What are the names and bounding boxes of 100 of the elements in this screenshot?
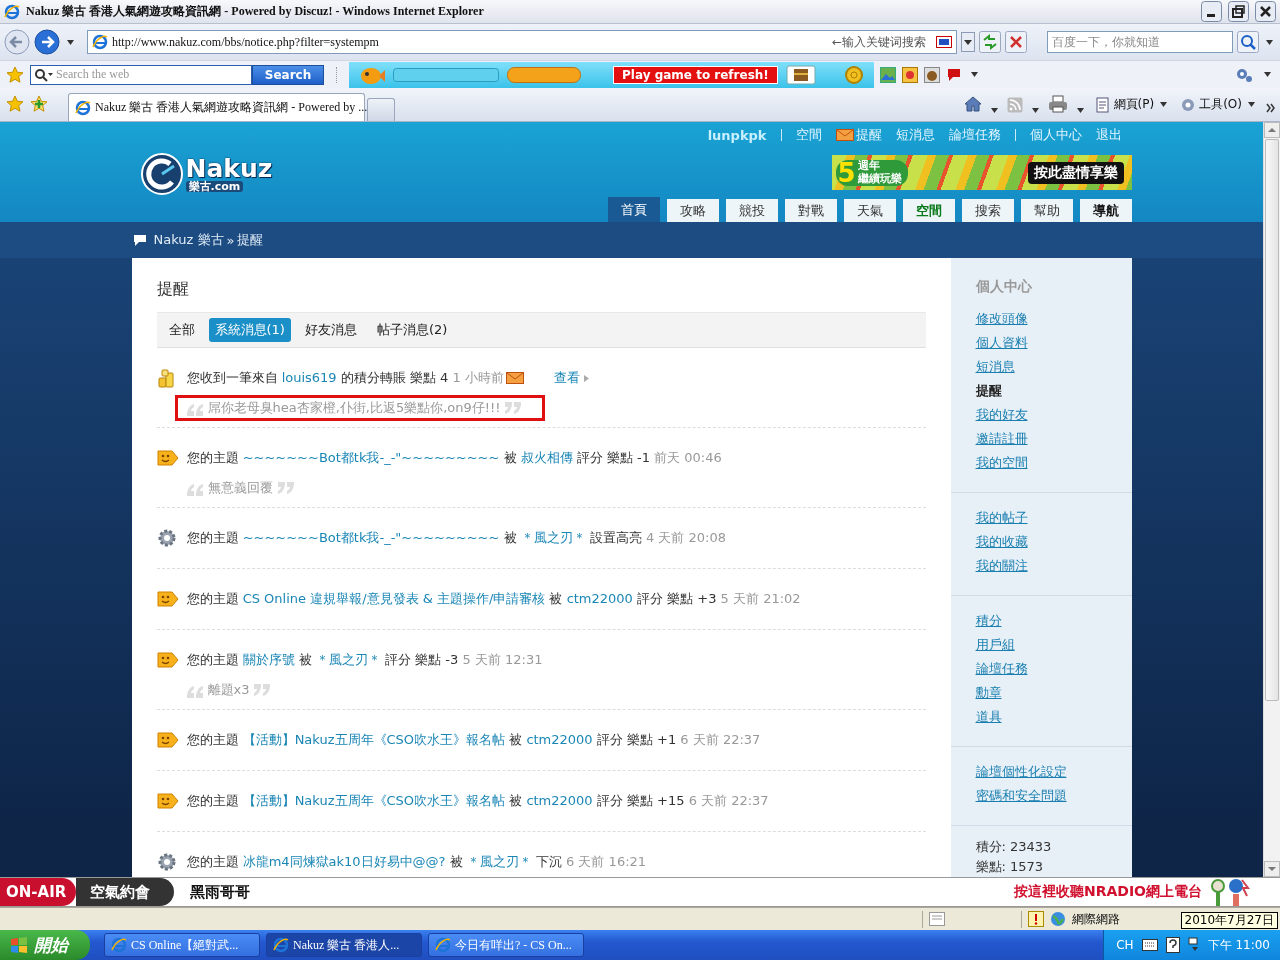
sidebar-link[interactable]: 用戶組: [975, 633, 1015, 657]
browser-tab[interactable]: Nakuz 樂古 香港人氣網遊攻略資訊網 - Powered by ...: [68, 93, 365, 121]
scroll-up-button[interactable]: [1264, 122, 1280, 138]
add-favorite-icon[interactable]: [30, 95, 48, 113]
search-button[interactable]: [1237, 31, 1259, 53]
caret-icon[interactable]: [1266, 39, 1273, 45]
nav-tab[interactable]: 搜索: [961, 199, 1014, 222]
address-field[interactable]: http://www.nakuz.com/bbs/notice.php?filter=systempm: [112, 34, 828, 50]
address-bar[interactable]: http://www.nakuz.com/bbs/notice.php?filter=systempm ←输入关键词搜索: [87, 30, 957, 54]
notifications-link[interactable]: 提醒: [835, 126, 882, 144]
notice-link[interactable]: 叔火相傳: [520, 450, 573, 465]
minimize-button[interactable]: [1201, 1, 1222, 22]
sidebar-link[interactable]: 提醒: [975, 379, 1002, 403]
close-button[interactable]: [1255, 1, 1276, 22]
nav-tab[interactable]: 導航: [1079, 199, 1132, 222]
filter-tab[interactable]: 全部: [162, 318, 201, 342]
scrollbar[interactable]: [1263, 122, 1280, 877]
notice-link[interactable]: ~~~~~~~Bot都tk我-_-"~~~~~~~~~: [242, 450, 500, 465]
top-link[interactable]: 空間: [780, 129, 822, 141]
taskbar-item[interactable]: Nakuz 樂古 香港人...: [266, 933, 422, 957]
sidebar-link[interactable]: 我的好友: [975, 403, 1028, 427]
network-icon[interactable]: [1187, 937, 1200, 953]
caret-icon[interactable]: [1264, 72, 1271, 77]
scroll-thumb[interactable]: [1265, 139, 1279, 701]
sidebar-link[interactable]: 個人資料: [975, 331, 1028, 355]
maximize-button[interactable]: [1228, 1, 1249, 22]
nav-tab[interactable]: 幫助: [1020, 199, 1073, 222]
notice-link[interactable]: 關於序號: [242, 652, 295, 667]
chevron-icon[interactable]: [1266, 103, 1276, 113]
notice-link[interactable]: ctm22000: [526, 793, 593, 808]
nav-tab[interactable]: 對戰: [784, 199, 837, 222]
caret-icon[interactable]: [990, 108, 998, 113]
notice-link[interactable]: CS Online 違規舉報/意見發表 & 主題操作/申請審核: [242, 591, 546, 606]
sidebar-link[interactable]: 積分: [975, 609, 1002, 633]
nav-tab[interactable]: 空間: [902, 199, 955, 222]
notice-link[interactable]: ＊風之刃＊: [315, 652, 381, 667]
notice-link[interactable]: ~~~~~~~Bot都tk我-_-"~~~~~~~~~: [242, 530, 500, 545]
forward-button[interactable]: [34, 29, 60, 55]
top-link[interactable]: 退出: [1095, 126, 1122, 144]
top-link[interactable]: 個人中心: [1014, 129, 1082, 141]
caret-icon[interactable]: [1160, 102, 1168, 107]
stop-button[interactable]: [1005, 31, 1027, 53]
notice-link[interactable]: 【活動】Nakuz五周年《CSO吹水王》報名帖: [242, 793, 506, 808]
notice-link[interactable]: ctm22000: [526, 732, 593, 747]
dropdown-button[interactable]: [961, 32, 975, 52]
search-button[interactable]: Search: [252, 64, 324, 85]
radio-link[interactable]: 按這裡收聽NRADIO網上電台: [1013, 883, 1202, 901]
help-icon[interactable]: [1165, 937, 1180, 953]
sidebar-link[interactable]: 我的關注: [975, 554, 1028, 578]
top-link[interactable]: 論壇任務: [948, 126, 1001, 144]
play-game-button[interactable]: Play game to refresh!: [613, 65, 778, 84]
tools-menu-button[interactable]: 工具(O): [1178, 96, 1260, 113]
sidebar-link[interactable]: 勳章: [975, 681, 1002, 705]
sidebar-link[interactable]: 修改頭像: [975, 307, 1028, 331]
nav-tab[interactable]: 攻略: [666, 199, 719, 222]
sidebar-link[interactable]: 我的收藏: [975, 530, 1028, 554]
scroll-down-button[interactable]: [1264, 861, 1280, 877]
taskbar-item[interactable]: 今日有咩出? - CS On...: [428, 933, 584, 957]
notice-link[interactable]: 冰龍m4同煉獄ak10日好易中@@?: [242, 854, 446, 869]
search-box[interactable]: Search the web: [30, 64, 252, 85]
settings-icon[interactable]: [1235, 66, 1255, 83]
speech-bubble-icon[interactable]: [945, 66, 962, 83]
caret-icon[interactable]: [970, 72, 978, 77]
nav-tab[interactable]: 天氣: [843, 199, 896, 222]
notice-link[interactable]: 【活動】Nakuz五周年《CSO吹水王》報名帖: [242, 732, 506, 747]
filter-tab[interactable]: 系統消息(1): [208, 318, 291, 342]
notice-link[interactable]: ＊風之刃＊: [466, 854, 532, 869]
notice-link[interactable]: louis619: [281, 370, 337, 385]
search-field[interactable]: 百度一下，你就知道: [1047, 31, 1233, 53]
photo-icon[interactable]: [879, 66, 896, 83]
page-menu-button[interactable]: 網頁(P): [1092, 96, 1173, 113]
start-button[interactable]: 開始: [0, 930, 90, 960]
print-icon[interactable]: [1047, 95, 1068, 113]
badge-icon[interactable]: [901, 66, 918, 83]
sidebar-link[interactable]: 論壇個性化設定: [975, 760, 1067, 784]
filter-tab[interactable]: 帖子消息(2): [370, 318, 454, 342]
filter-tab[interactable]: 好友消息: [298, 318, 363, 342]
sidebar-link[interactable]: 道具: [975, 705, 1002, 729]
notice-link[interactable]: ctm22000: [566, 591, 633, 606]
sidebar-link[interactable]: 短消息: [975, 355, 1015, 379]
view-link[interactable]: 查看: [553, 369, 580, 387]
sidebar-link[interactable]: 我的空間: [975, 451, 1028, 475]
notice-link[interactable]: ＊風之刃＊: [520, 530, 586, 545]
favorites-star-icon[interactable]: [6, 95, 24, 113]
caret-icon[interactable]: [67, 39, 74, 45]
top-link[interactable]: 短消息: [895, 126, 935, 144]
caret-icon[interactable]: [1031, 108, 1039, 113]
keyboard-icon[interactable]: [1141, 939, 1158, 951]
home-icon[interactable]: [963, 95, 982, 113]
username-link[interactable]: lunpkpk: [707, 127, 767, 143]
caret-icon[interactable]: [1076, 108, 1084, 113]
sidebar-link[interactable]: 論壇任務: [975, 657, 1028, 681]
treasure-chest-icon[interactable]: [785, 64, 816, 85]
taskbar-item[interactable]: CS Online【絕對武...: [104, 933, 260, 957]
breadcrumb-link[interactable]: Nakuz 樂古: [153, 231, 224, 249]
nav-tab[interactable]: 競投: [725, 199, 778, 222]
caret-icon[interactable]: [1248, 102, 1255, 107]
sidebar-link[interactable]: 我的帖子: [975, 506, 1028, 530]
sidebar-link[interactable]: 密碼和安全問題: [975, 784, 1067, 808]
language-indicator[interactable]: CH: [1116, 938, 1134, 952]
